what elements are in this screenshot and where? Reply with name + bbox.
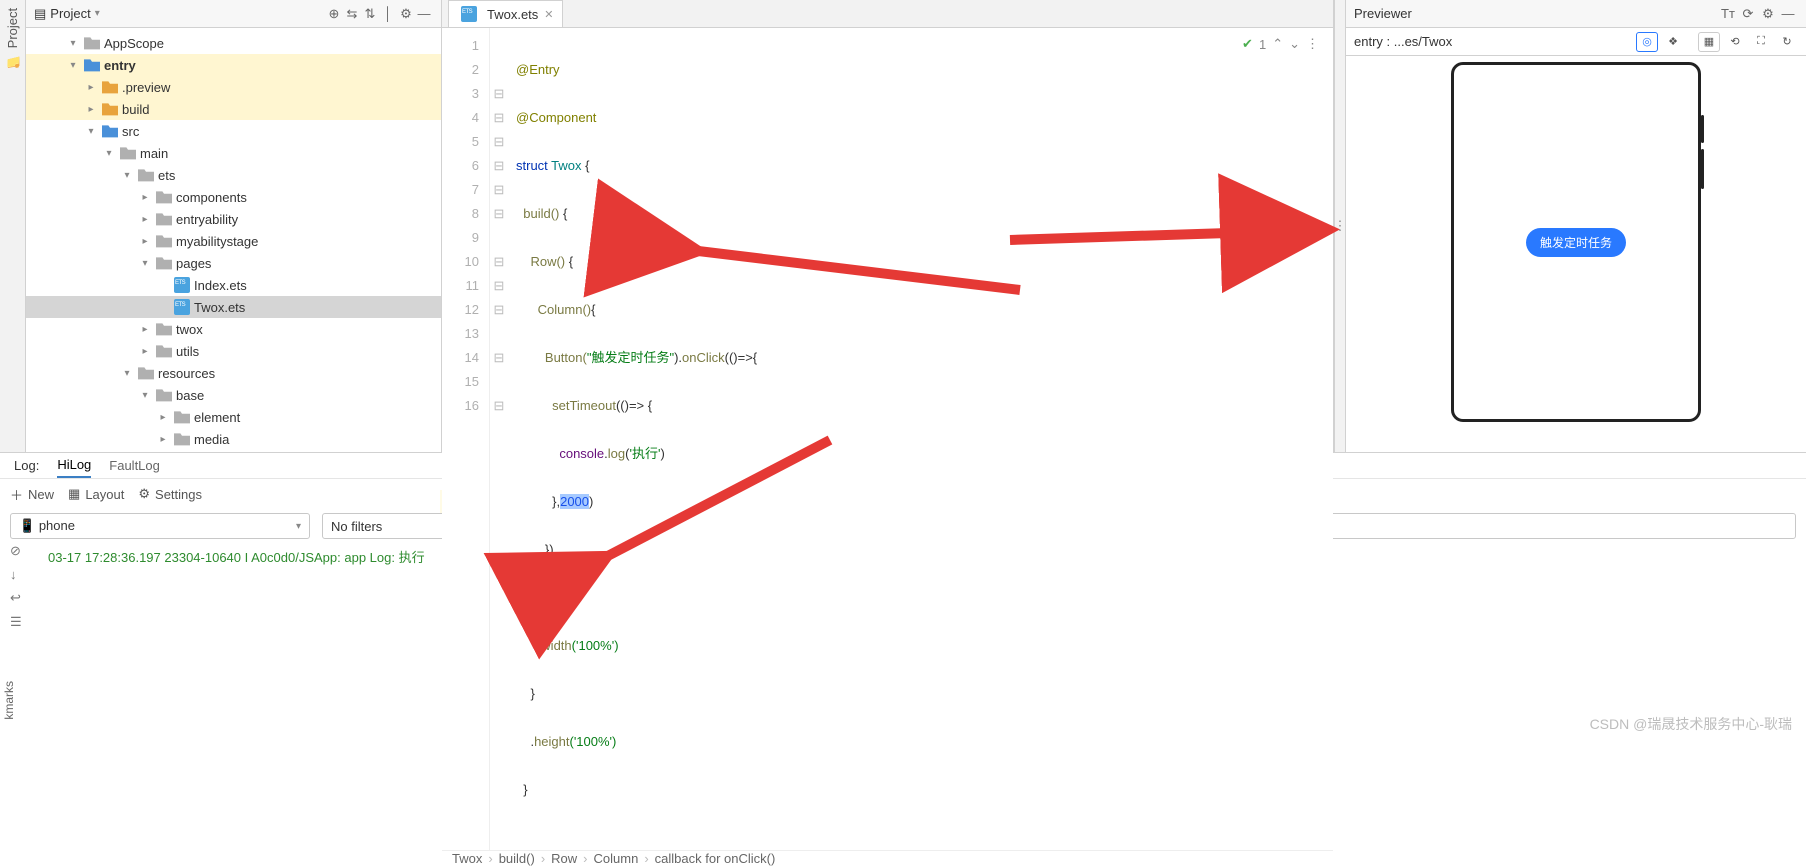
log-new-button[interactable]: ＋ New xyxy=(10,485,54,504)
log-label: Log: xyxy=(14,458,39,473)
inspect-icon[interactable]: ◎ xyxy=(1636,32,1658,52)
collapse-icon[interactable]: ⇅ xyxy=(361,5,379,23)
tree-item-twox[interactable]: ▸twox xyxy=(26,318,441,340)
fold-column: ⊟⊟⊟⊟⊟⊟ ⊟⊟⊟ ⊟ ⊟ xyxy=(490,28,508,850)
clear-log-icon[interactable]: ⊘ xyxy=(10,543,22,559)
reload-icon[interactable]: ↻ xyxy=(1776,32,1798,52)
tree-item-twox-ets[interactable]: Twox.ets xyxy=(26,296,441,318)
tree-item--preview[interactable]: ▸.preview xyxy=(26,76,441,98)
tree-item-build[interactable]: ▸build xyxy=(26,98,441,120)
code-editor[interactable]: 12345678910111213141516 ⊟⊟⊟⊟⊟⊟ ⊟⊟⊟ ⊟ ⊟ @… xyxy=(442,28,1333,850)
hilog-tab[interactable]: HiLog xyxy=(57,453,91,478)
rotate-icon[interactable]: ⟲ xyxy=(1724,32,1746,52)
locate-icon[interactable]: ⊕ xyxy=(325,5,343,23)
divide-icon[interactable]: │ xyxy=(379,5,397,23)
refresh-icon[interactable]: ⟳ xyxy=(1738,6,1758,22)
editor-status: ✔ 1⌃⌄⋮ xyxy=(1242,36,1319,52)
project-view-selector[interactable]: ▤Project▾ xyxy=(34,6,100,22)
preview-trigger-button[interactable]: 触发定时任务 xyxy=(1526,228,1626,257)
tree-item-appscope[interactable]: ▾AppScope xyxy=(26,32,441,54)
grid-icon[interactable]: ▦ xyxy=(1698,32,1720,52)
check-icon: ✔ xyxy=(1242,36,1253,52)
tree-item-element[interactable]: ▸element xyxy=(26,406,441,428)
wrap-icon[interactable]: ↩ xyxy=(10,590,22,606)
tree-item-src[interactable]: ▾src xyxy=(26,120,441,142)
ets-file-icon xyxy=(461,6,477,22)
previewer-header: Previewer Tᴛ ⟳ ⚙ — xyxy=(1346,0,1806,28)
tree-item-myabilitystage[interactable]: ▸myabilitystage xyxy=(26,230,441,252)
expand-preview-icon[interactable]: ⛶ xyxy=(1750,32,1772,52)
tree-item-pages[interactable]: ▾pages xyxy=(26,252,441,274)
breadcrumb-bar[interactable]: Twox › build() › Row › Column › callback… xyxy=(442,850,1333,866)
previewer-subheader: entry : ...es/Twox ◎ ❖ ▦ ⟲ ⛶ ↻ xyxy=(1346,28,1806,56)
editor-tab[interactable]: Twox.ets ✕ xyxy=(448,0,563,27)
tt-icon[interactable]: Tᴛ xyxy=(1718,6,1738,21)
tree-item-components[interactable]: ▸components xyxy=(26,186,441,208)
tree-item-entryability[interactable]: ▸entryability xyxy=(26,208,441,230)
close-tab-icon[interactable]: ✕ xyxy=(544,8,553,21)
settings-icon[interactable]: ⚙ xyxy=(397,5,415,23)
log-output: ⊘ ↓ ↩ ☰ 03-17 17:28:36.197 23304-10640 I… xyxy=(0,543,1806,606)
tree-item-media[interactable]: ▸media xyxy=(26,428,441,450)
layers-icon[interactable]: ❖ xyxy=(1662,32,1684,52)
minimize-icon[interactable]: — xyxy=(1778,6,1798,21)
previewer-title: Previewer xyxy=(1354,6,1412,21)
arrow-to-log xyxy=(580,430,840,583)
faultlog-tab[interactable]: FaultLog xyxy=(109,454,160,477)
log-line: 03-17 17:28:36.197 23304-10640 I A0c0d0/… xyxy=(48,547,1796,566)
tree-item-base[interactable]: ▾base xyxy=(26,384,441,406)
preview-area: 触发定时任务 xyxy=(1346,56,1806,452)
log-settings-button[interactable]: ⚙ Settings xyxy=(138,486,202,502)
editor-tab-label: Twox.ets xyxy=(487,7,538,22)
tree-item-resources[interactable]: ▾resources xyxy=(26,362,441,384)
arrow-to-preview xyxy=(1000,200,1330,263)
tree-item-entry[interactable]: ▾entry xyxy=(26,54,441,76)
line-gutter: 12345678910111213141516 xyxy=(442,28,490,850)
tree-item-index-ets[interactable]: Index.ets xyxy=(26,274,441,296)
arrow-to-code xyxy=(670,230,1030,313)
watermark: CSDN @瑞晟技术服务中心-耿瑞 xyxy=(1590,714,1792,734)
preview-entry-label: entry : ...es/Twox xyxy=(1354,34,1452,49)
device-dropdown[interactable]: 📱 phone▾ xyxy=(10,513,310,539)
expand-icon[interactable]: ⇆ xyxy=(343,5,361,23)
project-header: ▤Project▾ ⊕ ⇆ ⇅ │ ⚙ — xyxy=(26,0,441,28)
tree-item-utils[interactable]: ▸utils xyxy=(26,340,441,362)
preview-handle[interactable]: ⋮ xyxy=(1334,0,1346,452)
gear-icon[interactable]: ⚙ xyxy=(1758,6,1778,22)
bookmarks-tab[interactable]: kmarks xyxy=(2,681,16,720)
phone-frame: 触发定时任务 xyxy=(1451,62,1701,422)
project-panel: ▤Project▾ ⊕ ⇆ ⇅ │ ⚙ — ▾AppScope▾entry▸.p… xyxy=(26,0,442,452)
tree-item-main[interactable]: ▾main xyxy=(26,142,441,164)
project-tree[interactable]: ▾AppScope▾entry▸.preview▸build▾src▾main▾… xyxy=(26,28,441,452)
left-gutter: 📁Project xyxy=(0,0,26,452)
log-layout-button[interactable]: ▦ Layout xyxy=(68,486,124,502)
hide-icon[interactable]: — xyxy=(415,5,433,23)
editor-tab-bar: Twox.ets ✕ xyxy=(442,0,1333,28)
scroll-end-icon[interactable]: ↓ xyxy=(10,567,22,582)
export-icon[interactable]: ☰ xyxy=(10,614,22,630)
tree-item-ets[interactable]: ▾ets xyxy=(26,164,441,186)
more-icon[interactable]: ⋮ xyxy=(1306,36,1319,52)
project-tool-tab[interactable]: 📁Project xyxy=(5,8,20,68)
previewer-panel: Previewer Tᴛ ⟳ ⚙ — entry : ...es/Twox ◎ … xyxy=(1346,0,1806,452)
